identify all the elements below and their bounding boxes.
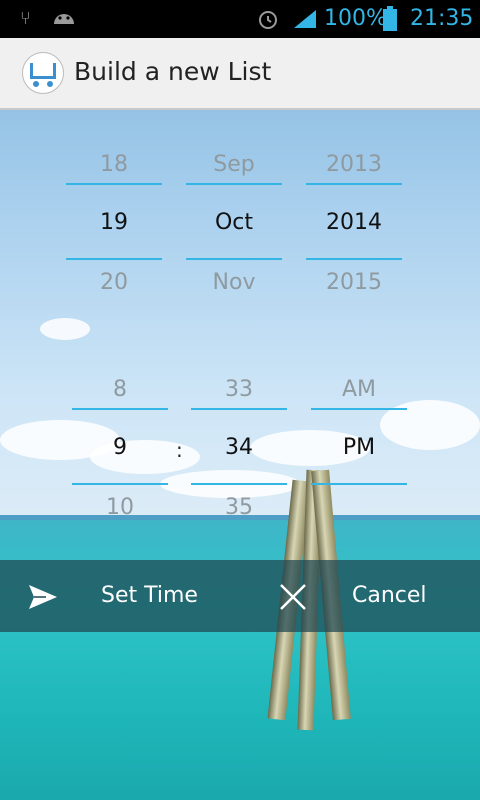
- send-icon: [28, 584, 58, 614]
- minute-divider: [191, 483, 287, 485]
- year-next[interactable]: 2015: [306, 270, 402, 295]
- action-bar: Build a new List: [0, 38, 480, 110]
- day-next[interactable]: 20: [66, 270, 162, 295]
- alarm-icon: [256, 7, 280, 36]
- hour-prev[interactable]: 8: [72, 377, 168, 402]
- set-time-button[interactable]: Set Time: [0, 560, 240, 632]
- cloud: [40, 318, 90, 340]
- hour-next[interactable]: 10: [72, 495, 168, 520]
- status-bar: ⑂ 100% 21:35: [0, 0, 480, 38]
- minute-current[interactable]: 34: [191, 435, 287, 460]
- day-divider: [66, 183, 162, 185]
- ampm-divider: [311, 483, 407, 485]
- year-prev[interactable]: 2013: [306, 152, 402, 177]
- cancel-label: Cancel: [352, 583, 427, 608]
- hour-current[interactable]: 9: [72, 435, 168, 460]
- signal-icon: [292, 8, 318, 35]
- usb-icon: ⑂: [20, 8, 31, 29]
- time-separator: :: [176, 438, 183, 462]
- month-prev[interactable]: Sep: [186, 152, 282, 177]
- battery-icon: [382, 6, 398, 37]
- battery-percentage: 100%: [324, 6, 387, 31]
- year-divider: [306, 183, 402, 185]
- year-divider: [306, 258, 402, 260]
- android-icon: [52, 8, 76, 31]
- day-prev[interactable]: 18: [66, 152, 162, 177]
- hour-divider: [72, 483, 168, 485]
- close-icon: [278, 582, 308, 612]
- ampm-current[interactable]: PM: [311, 435, 407, 460]
- bottom-action-bar: Set Time Cancel: [0, 560, 480, 632]
- set-time-label: Set Time: [101, 583, 198, 608]
- day-current[interactable]: 19: [66, 210, 162, 235]
- month-current[interactable]: Oct: [186, 210, 282, 235]
- hour-divider: [72, 408, 168, 410]
- month-divider: [186, 258, 282, 260]
- month-next[interactable]: Nov: [186, 270, 282, 295]
- month-divider: [186, 183, 282, 185]
- page-title: Build a new List: [74, 57, 272, 86]
- minute-prev[interactable]: 33: [191, 377, 287, 402]
- year-current[interactable]: 2014: [306, 210, 402, 235]
- minute-next[interactable]: 35: [191, 495, 287, 520]
- shopping-cart-icon[interactable]: [22, 52, 64, 94]
- clock: 21:35: [410, 6, 474, 31]
- minute-divider: [191, 408, 287, 410]
- ampm-divider: [311, 408, 407, 410]
- day-divider: [66, 258, 162, 260]
- cancel-button[interactable]: Cancel: [240, 560, 480, 632]
- ampm-prev[interactable]: AM: [311, 377, 407, 402]
